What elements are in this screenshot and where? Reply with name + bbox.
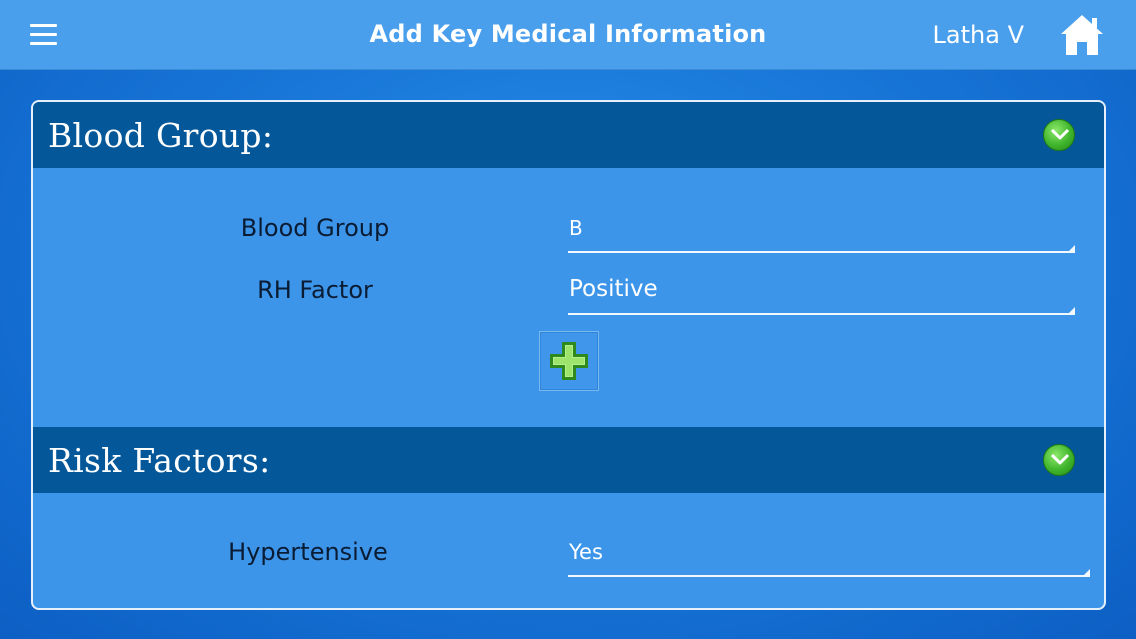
hypertensive-underline	[568, 569, 1090, 577]
rh-factor-select[interactable]: Positive	[569, 276, 658, 302]
section-title: Blood Group:	[48, 116, 274, 155]
chevron-down-icon[interactable]	[1043, 119, 1075, 151]
top-navigation-bar: Add Key Medical Information Latha V	[0, 0, 1136, 70]
blood-group-select[interactable]: B	[569, 216, 583, 240]
section-title: Risk Factors:	[48, 441, 271, 480]
section-header-risk-factors[interactable]: Risk Factors:	[33, 427, 1104, 493]
plus-icon	[550, 342, 588, 380]
rh-factor-underline	[568, 307, 1075, 315]
field-label-hypertensive: Hypertensive	[228, 538, 388, 566]
hypertensive-select[interactable]: Yes	[569, 540, 603, 564]
user-name: Latha V	[932, 21, 1024, 49]
section-header-blood-group[interactable]: Blood Group:	[33, 102, 1104, 168]
field-label-rh-factor: RH Factor	[257, 276, 373, 304]
field-label-blood-group: Blood Group	[240, 214, 390, 242]
blood-group-underline	[568, 245, 1075, 253]
medical-info-panel: Blood Group: Blood Group B RH Factor Pos…	[31, 100, 1106, 610]
home-icon[interactable]	[1058, 12, 1106, 58]
add-button[interactable]	[539, 331, 599, 391]
chevron-down-icon[interactable]	[1043, 444, 1075, 476]
